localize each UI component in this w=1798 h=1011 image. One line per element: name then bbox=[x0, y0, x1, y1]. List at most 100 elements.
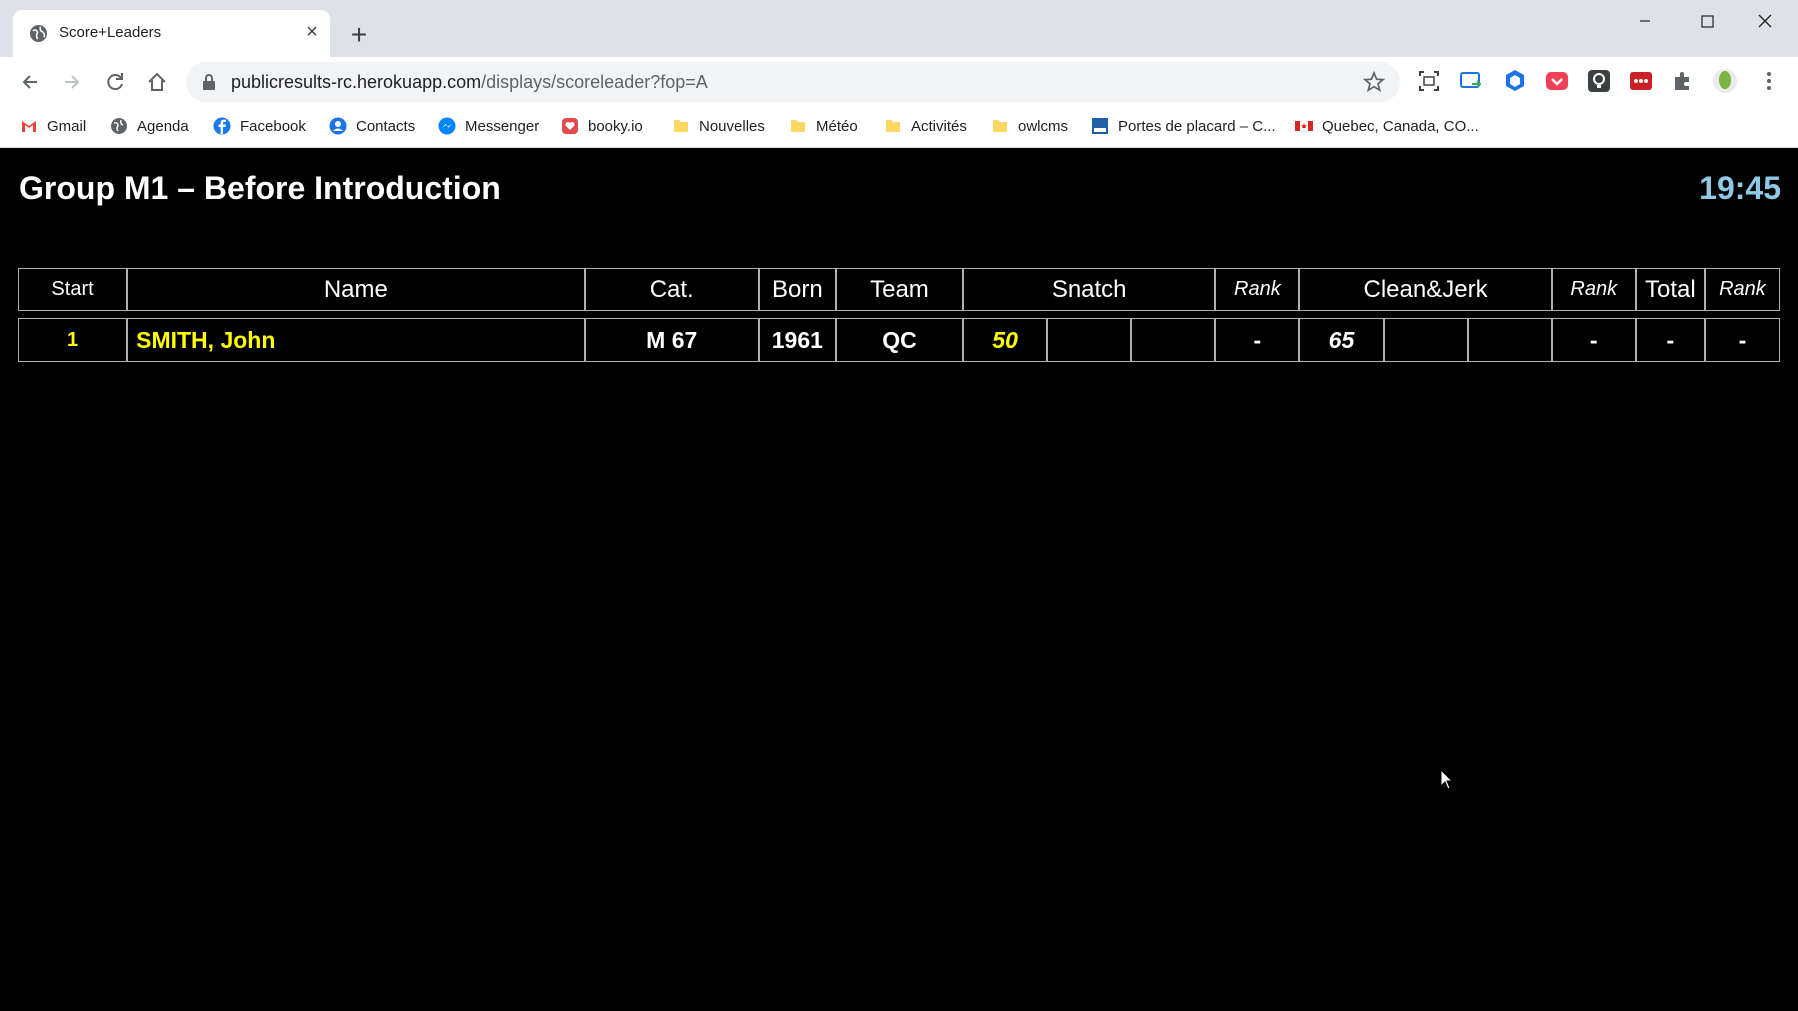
gmail-icon bbox=[22, 121, 36, 132]
cj-attempt-1: 65 bbox=[1299, 318, 1384, 362]
header-snatch-rank: Rank bbox=[1215, 268, 1300, 311]
folder-icon bbox=[791, 120, 805, 132]
close-window-icon[interactable] bbox=[1742, 8, 1788, 34]
bookmark-booky[interactable]: booky.io bbox=[561, 113, 643, 139]
messenger-icon bbox=[438, 117, 456, 135]
forward-arrow-icon[interactable] bbox=[57, 67, 87, 97]
url-text[interactable]: publicresults-rc.herokuapp.com/displays/… bbox=[231, 72, 708, 93]
back-arrow-icon[interactable] bbox=[15, 67, 45, 97]
bookmark-label: Nouvelles bbox=[699, 117, 765, 135]
header-row: Start Name Cat. Born Team Snatch Rank Cl… bbox=[18, 268, 1780, 311]
booky-heart-icon bbox=[562, 118, 578, 134]
bookmark-folder-activites[interactable]: Activités bbox=[884, 113, 967, 139]
address-bar[interactable]: publicresults-rc.herokuapp.com/displays/… bbox=[186, 62, 1400, 102]
results-table: Start Name Cat. Born Team Snatch Rank Cl… bbox=[18, 268, 1780, 362]
snatch-attempt-1: 50 bbox=[963, 318, 1048, 362]
tab-strip: Score+Leaders × + bbox=[0, 0, 1798, 57]
bookmark-star-icon[interactable] bbox=[1362, 70, 1386, 94]
bookmark-messenger[interactable]: Messenger bbox=[438, 113, 539, 139]
bookmark-label: Contacts bbox=[356, 117, 416, 135]
bookmark-label: Gmail bbox=[47, 117, 87, 135]
bookmark-quebec[interactable]: Quebec, Canada, CO... bbox=[1295, 113, 1479, 139]
folder-icon bbox=[886, 120, 900, 132]
mouse-cursor-icon bbox=[1440, 769, 1454, 790]
bookmarks-bar: Gmail Agenda Facebook Contacts Messenger… bbox=[0, 107, 1798, 148]
bookmark-label: Facebook bbox=[240, 117, 306, 135]
lightbulb-extension-icon[interactable] bbox=[1586, 68, 1612, 94]
cj-attempt-3 bbox=[1467, 318, 1552, 362]
folder-icon bbox=[993, 120, 1007, 132]
browser-tab[interactable]: Score+Leaders × bbox=[13, 10, 330, 57]
tab-title: Score+Leaders bbox=[59, 24, 162, 41]
maximize-icon[interactable] bbox=[1684, 8, 1730, 34]
bookmark-label: Quebec, Canada, CO... bbox=[1322, 117, 1479, 135]
header-total-rank: Rank bbox=[1704, 268, 1780, 311]
header-start: Start bbox=[18, 268, 128, 311]
profile-avatar-icon[interactable] bbox=[1712, 68, 1738, 94]
cj-rank: - bbox=[1551, 318, 1636, 362]
lastpass-extension-icon[interactable] bbox=[1628, 68, 1654, 94]
chrome-menu-icon[interactable] bbox=[1756, 68, 1782, 94]
bookmark-facebook[interactable]: Facebook bbox=[213, 113, 306, 139]
header-snatch: Snatch bbox=[963, 268, 1216, 311]
facebook-icon bbox=[213, 117, 231, 135]
snatch-rank: - bbox=[1215, 318, 1300, 362]
sga-logo-icon bbox=[1092, 118, 1108, 134]
bookmark-folder-meteo[interactable]: Météo bbox=[789, 113, 858, 139]
bookmark-label: booky.io bbox=[588, 117, 643, 135]
athlete-team: QC bbox=[835, 318, 964, 362]
folder-icon bbox=[674, 120, 688, 132]
scoreboard-page: Group M1 – Before Introduction 19:45 Sta… bbox=[0, 148, 1798, 1011]
new-tab-button[interactable]: + bbox=[344, 20, 374, 50]
canada-flag-icon bbox=[1295, 121, 1313, 131]
url-host: publicresults-rc.herokuapp.com bbox=[231, 72, 482, 92]
header-category: Cat. bbox=[584, 268, 759, 311]
athlete-born: 1961 bbox=[758, 318, 836, 362]
bookmark-gmail[interactable]: Gmail bbox=[20, 113, 86, 139]
bookmark-portes[interactable]: Portes de placard – C... bbox=[1091, 113, 1276, 139]
snatch-attempt-3 bbox=[1131, 318, 1216, 362]
contacts-icon bbox=[329, 117, 347, 135]
snatch-attempt-2 bbox=[1047, 318, 1132, 362]
minimize-icon[interactable] bbox=[1622, 8, 1668, 34]
bookmark-label: Agenda bbox=[137, 117, 189, 135]
bookmark-label: owlcms bbox=[1018, 117, 1069, 135]
spacer-cell bbox=[18, 311, 1780, 318]
cj-attempt-2 bbox=[1383, 318, 1468, 362]
bookmark-label: Portes de placard – C... bbox=[1118, 117, 1276, 135]
pocket-extension-icon[interactable] bbox=[1544, 68, 1570, 94]
table-row: 1 SMITH, John M 67 1961 QC 50 - 65 - - - bbox=[18, 318, 1780, 362]
cast-extension-icon[interactable] bbox=[1458, 68, 1484, 94]
lock-icon bbox=[203, 74, 215, 90]
bookmark-label: Messenger bbox=[465, 117, 540, 135]
extensions-puzzle-icon[interactable] bbox=[1670, 68, 1696, 94]
header-cj-rank: Rank bbox=[1551, 268, 1636, 311]
bookmark-label: Météo bbox=[816, 117, 858, 135]
bookmark-agenda[interactable]: Agenda bbox=[110, 113, 189, 139]
globe-icon bbox=[111, 118, 127, 134]
row-spacer bbox=[18, 311, 1780, 318]
header-clean-jerk: Clean&Jerk bbox=[1299, 268, 1552, 311]
bookmark-contacts[interactable]: Contacts bbox=[329, 113, 415, 139]
total-value: - bbox=[1635, 318, 1705, 362]
bookmark-folder-owlcms[interactable]: owlcms bbox=[991, 113, 1068, 139]
close-tab-icon[interactable]: × bbox=[300, 20, 324, 44]
start-number: 1 bbox=[18, 318, 128, 362]
header-born: Born bbox=[758, 268, 836, 311]
hexagon-extension-icon[interactable] bbox=[1502, 68, 1528, 94]
browser-chrome: Score+Leaders × + publicresults-rc.herok… bbox=[0, 0, 1798, 148]
athlete-name: SMITH, John bbox=[127, 318, 585, 362]
url-path: /displays/scoreleader?fop=A bbox=[481, 72, 708, 92]
reload-icon[interactable] bbox=[100, 67, 130, 97]
home-icon[interactable] bbox=[142, 67, 172, 97]
browser-toolbar: publicresults-rc.herokuapp.com/displays/… bbox=[0, 57, 1798, 107]
screenshot-extension-icon[interactable] bbox=[1416, 68, 1442, 94]
bookmark-label: Activités bbox=[911, 117, 967, 135]
header-team: Team bbox=[835, 268, 964, 311]
bookmark-folder-nouvelles[interactable]: Nouvelles bbox=[672, 113, 765, 139]
header-name: Name bbox=[127, 268, 585, 311]
athlete-category: M 67 bbox=[584, 318, 759, 362]
clock: 19:45 bbox=[1699, 170, 1781, 206]
header-total: Total bbox=[1635, 268, 1705, 311]
globe-icon bbox=[29, 24, 48, 43]
